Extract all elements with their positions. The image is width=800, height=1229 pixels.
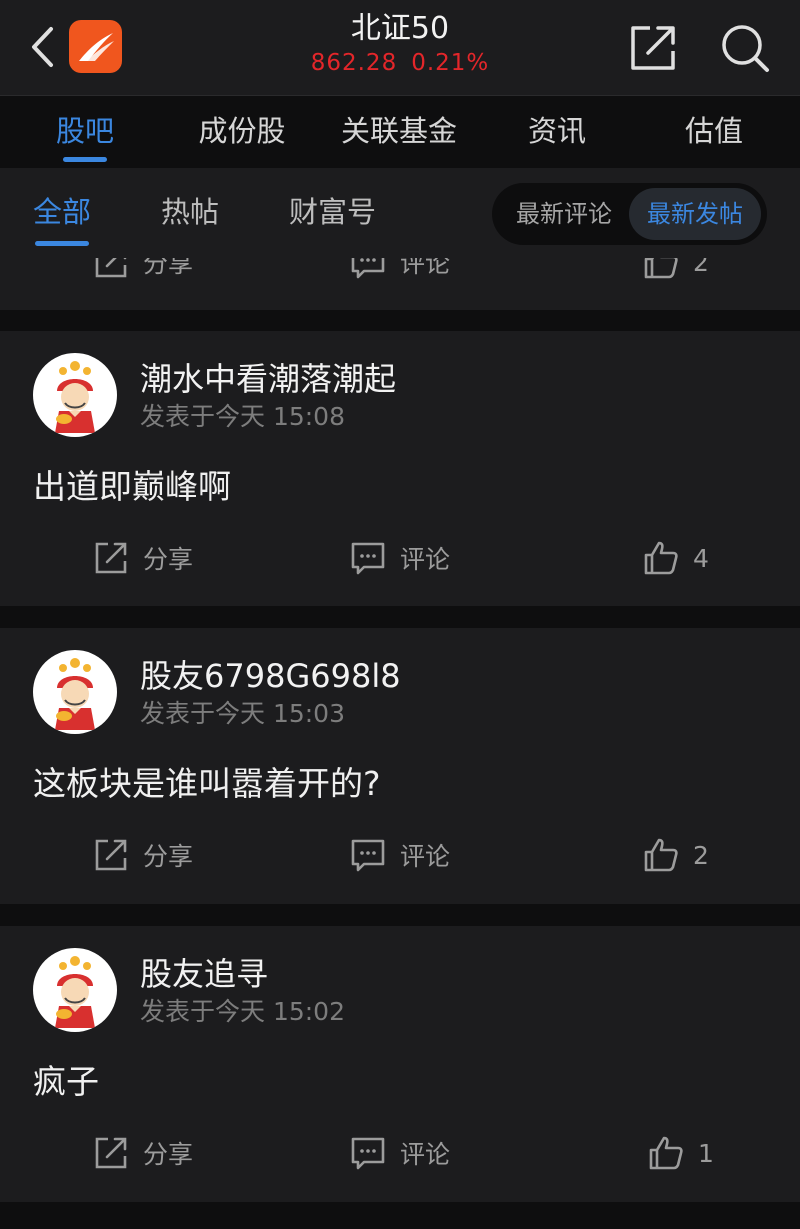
- active-subtab-indicator: [35, 241, 89, 246]
- back-button[interactable]: [24, 22, 60, 72]
- index-change: 0.21%: [411, 50, 490, 76]
- active-tab-indicator: [63, 157, 107, 162]
- eastmoney-logo: [69, 20, 122, 73]
- share-action[interactable]: 分享: [93, 538, 193, 578]
- comment-action[interactable]: 评论: [350, 1133, 450, 1173]
- post-card[interactable]: 潮水中看潮落潮起 发表于今天 15:08 出道即巅峰啊 分享 评论 4: [0, 331, 800, 606]
- sort-toggle: 最新评论 最新发帖: [492, 183, 767, 245]
- quote-line: 862.28 0.21%: [200, 48, 600, 78]
- avatar[interactable]: [33, 948, 117, 1032]
- thumbs-up-icon: [649, 1136, 683, 1170]
- back-arrow-icon: [32, 27, 53, 67]
- avatar[interactable]: [33, 353, 117, 437]
- share-action[interactable]: 分享: [93, 1133, 193, 1173]
- share-button[interactable]: [627, 22, 679, 74]
- post-content[interactable]: 这板块是谁叫嚣着开的?: [33, 762, 381, 806]
- comment-icon: [351, 1137, 385, 1170]
- top-header: 北证50 862.28 0.21%: [0, 0, 800, 96]
- title-block: 北证50 862.28 0.21%: [200, 10, 600, 78]
- post-time: 发表于今天 15:02: [140, 997, 345, 1026]
- tab-guba[interactable]: 股吧: [43, 108, 127, 162]
- post-time: 发表于今天 15:03: [140, 699, 345, 728]
- post-author[interactable]: 股友追寻: [140, 954, 268, 994]
- post-author[interactable]: 潮水中看潮落潮起: [140, 359, 396, 399]
- post-content[interactable]: 出道即巅峰啊: [33, 465, 231, 509]
- filter-bar: 全部 热帖 财富号 最新评论 最新发帖: [0, 168, 800, 258]
- like-action[interactable]: 2: [643, 835, 709, 875]
- comment-action[interactable]: 评论: [350, 835, 450, 875]
- search-icon: [722, 25, 769, 72]
- tab-news[interactable]: 资讯: [514, 108, 600, 154]
- thumbs-up-icon: [644, 541, 678, 575]
- share-icon: [631, 26, 675, 70]
- post-content[interactable]: 疯子: [33, 1060, 99, 1104]
- comment-icon: [351, 542, 385, 575]
- index-price: 862.28: [310, 50, 398, 76]
- subtab-hot[interactable]: 热帖: [161, 192, 219, 232]
- share-action[interactable]: 分享: [93, 835, 193, 875]
- page-title: 北证50: [350, 11, 450, 46]
- main-tabs: 股吧 成份股 关联基金 资讯 估值: [0, 96, 800, 168]
- tab-constituents[interactable]: 成份股: [185, 108, 299, 154]
- comment-icon: [351, 839, 385, 872]
- tab-valuation[interactable]: 估值: [671, 108, 757, 154]
- post-time: 发表于今天 15:08: [140, 402, 345, 431]
- post-card[interactable]: 股友6798G698l8 发表于今天 15:03 这板块是谁叫嚣着开的? 分享 …: [0, 628, 800, 904]
- share-icon: [95, 542, 127, 574]
- sort-latest-post[interactable]: 最新发帖: [629, 188, 761, 240]
- subtab-wealth[interactable]: 财富号: [289, 192, 376, 232]
- tab-related-funds[interactable]: 关联基金: [328, 108, 470, 154]
- like-action[interactable]: 1: [648, 1133, 714, 1173]
- comment-action[interactable]: 评论: [350, 538, 450, 578]
- avatar[interactable]: [33, 650, 117, 734]
- share-icon: [95, 1137, 127, 1169]
- subtab-all[interactable]: 全部: [33, 192, 91, 246]
- thumbs-up-icon: [644, 838, 678, 872]
- like-action[interactable]: 4: [643, 538, 709, 578]
- search-button[interactable]: [719, 22, 771, 74]
- share-icon: [95, 839, 127, 871]
- post-author[interactable]: 股友6798G698l8: [140, 656, 401, 696]
- sort-latest-comment[interactable]: 最新评论: [500, 188, 628, 240]
- post-card[interactable]: 股友追寻 发表于今天 15:02 疯子 分享 评论 1: [0, 926, 800, 1202]
